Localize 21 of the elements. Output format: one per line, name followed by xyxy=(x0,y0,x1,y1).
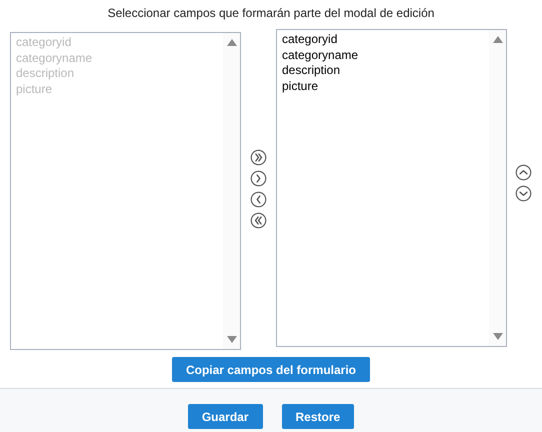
list-item[interactable]: categoryname xyxy=(282,48,358,63)
chevron-up-icon[interactable] xyxy=(515,164,532,181)
list-item[interactable]: categoryid xyxy=(282,32,338,48)
double-chevron-left-icon[interactable] xyxy=(250,212,267,229)
list-item[interactable]: description xyxy=(282,63,340,78)
scroll-down-icon[interactable] xyxy=(492,333,502,340)
list-box[interactable]: categoryid categoryname description picture xyxy=(276,29,507,347)
chevron-right-icon[interactable] xyxy=(250,170,267,187)
list-item[interactable]: picture xyxy=(282,78,318,94)
copy-fields-button[interactable]: Copiar campos del formulario xyxy=(172,357,370,382)
restore-button[interactable]: Restore xyxy=(282,404,354,429)
scroll-up-icon[interactable] xyxy=(492,36,502,43)
save-button[interactable]: Guardar xyxy=(188,404,262,429)
chevron-down-icon[interactable] xyxy=(515,185,532,202)
scrollbar[interactable] xyxy=(489,30,506,346)
scroll-up-icon[interactable] xyxy=(226,39,236,46)
scrollbar[interactable] xyxy=(223,33,240,349)
double-chevron-right-icon[interactable] xyxy=(250,149,267,166)
dialog-heading: Seleccionar campos que formarán parte del modal de edición xyxy=(108,5,434,22)
scroll-down-icon[interactable] xyxy=(226,336,236,343)
chevron-left-icon[interactable] xyxy=(250,191,267,208)
